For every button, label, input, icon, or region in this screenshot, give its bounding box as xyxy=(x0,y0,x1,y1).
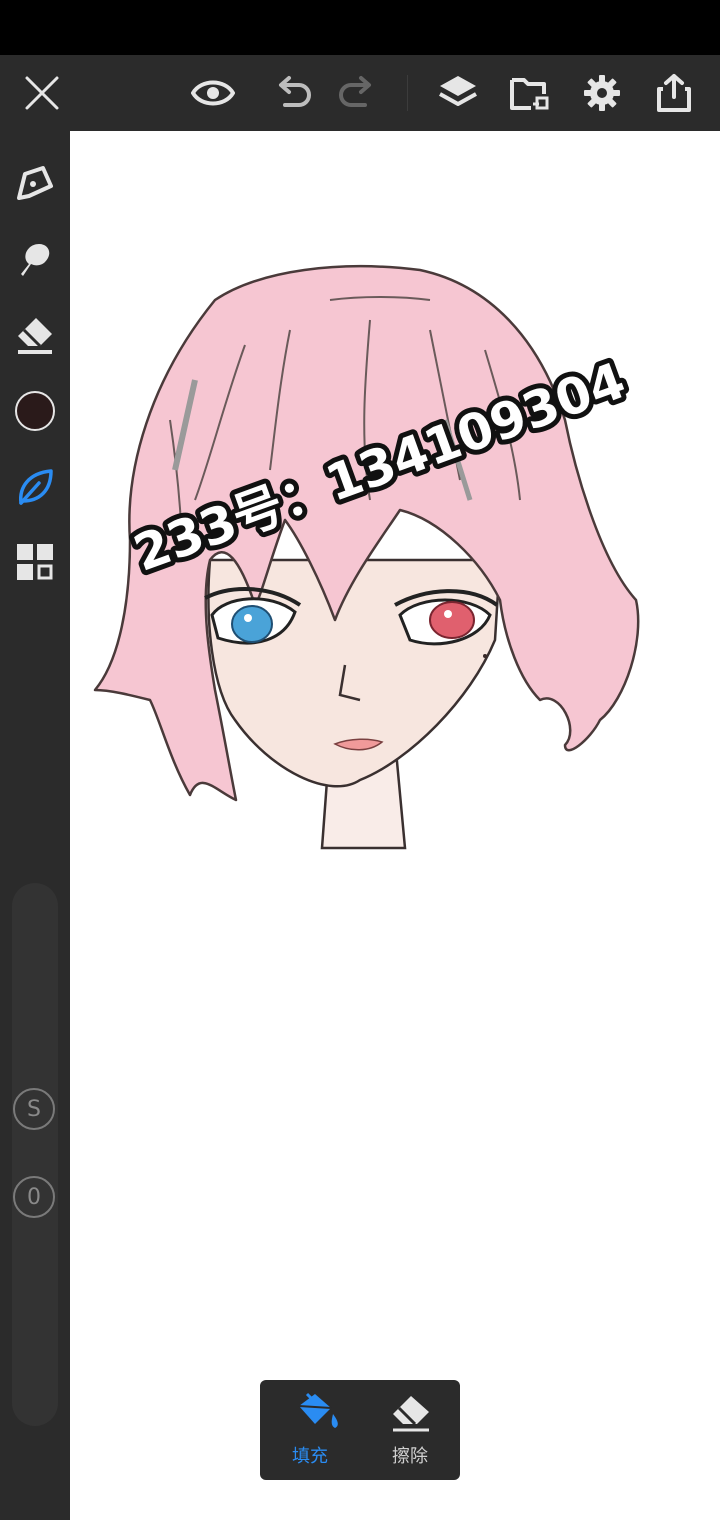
size-badge[interactable]: S xyxy=(13,1088,55,1130)
import-button[interactable] xyxy=(500,55,560,131)
color-picker-button[interactable] xyxy=(0,378,70,444)
watermark-text: 233号：134109304 xyxy=(127,351,633,582)
pen-icon xyxy=(17,166,53,200)
smudge-tool-button[interactable] xyxy=(0,227,70,293)
eye-icon xyxy=(191,80,235,106)
leaf-brush-button[interactable] xyxy=(0,454,70,520)
watermark-layer: 233号：134109304 xyxy=(122,346,638,587)
close-button[interactable] xyxy=(12,55,72,131)
fill-button[interactable]: 填充 xyxy=(260,1380,360,1480)
folder-import-icon xyxy=(510,78,549,110)
pen-tool-button[interactable] xyxy=(0,151,70,217)
color-swatch xyxy=(15,391,55,431)
gear-icon xyxy=(584,75,620,111)
grid-icon xyxy=(17,544,53,580)
share-icon xyxy=(657,74,691,112)
undo-icon xyxy=(279,76,311,107)
toolbar-divider xyxy=(407,75,408,111)
close-icon xyxy=(25,76,59,110)
layers-icon xyxy=(439,76,477,106)
status-bar xyxy=(0,0,720,55)
undo-button[interactable] xyxy=(263,55,323,131)
visibility-button[interactable] xyxy=(183,55,243,131)
redo-icon xyxy=(339,76,371,107)
fill-label: 填充 xyxy=(292,1446,328,1467)
layers-button[interactable] xyxy=(428,55,488,131)
share-button[interactable] xyxy=(644,55,704,131)
redo-button[interactable] xyxy=(327,55,387,131)
top-toolbar xyxy=(0,55,720,131)
left-tool-sidebar: S 0 xyxy=(0,131,70,1520)
brush-slider-track[interactable] xyxy=(12,883,58,1426)
more-tools-button[interactable] xyxy=(0,529,70,595)
erase-label: 擦除 xyxy=(392,1446,428,1467)
settings-button[interactable] xyxy=(572,55,632,131)
leaf-brush-icon xyxy=(19,469,53,505)
paint-bucket-icon xyxy=(298,1392,338,1428)
erase-button[interactable]: 擦除 xyxy=(360,1380,460,1480)
opacity-badge[interactable]: 0 xyxy=(13,1176,55,1218)
eraser-tool-button[interactable] xyxy=(0,303,70,369)
drawing-canvas[interactable]: 233号：134109304 xyxy=(70,131,720,1520)
eraser-icon xyxy=(18,318,52,354)
fill-tool-panel: 填充 擦除 xyxy=(260,1380,460,1480)
eraser-icon xyxy=(393,1396,429,1432)
smudge-icon xyxy=(21,244,50,276)
